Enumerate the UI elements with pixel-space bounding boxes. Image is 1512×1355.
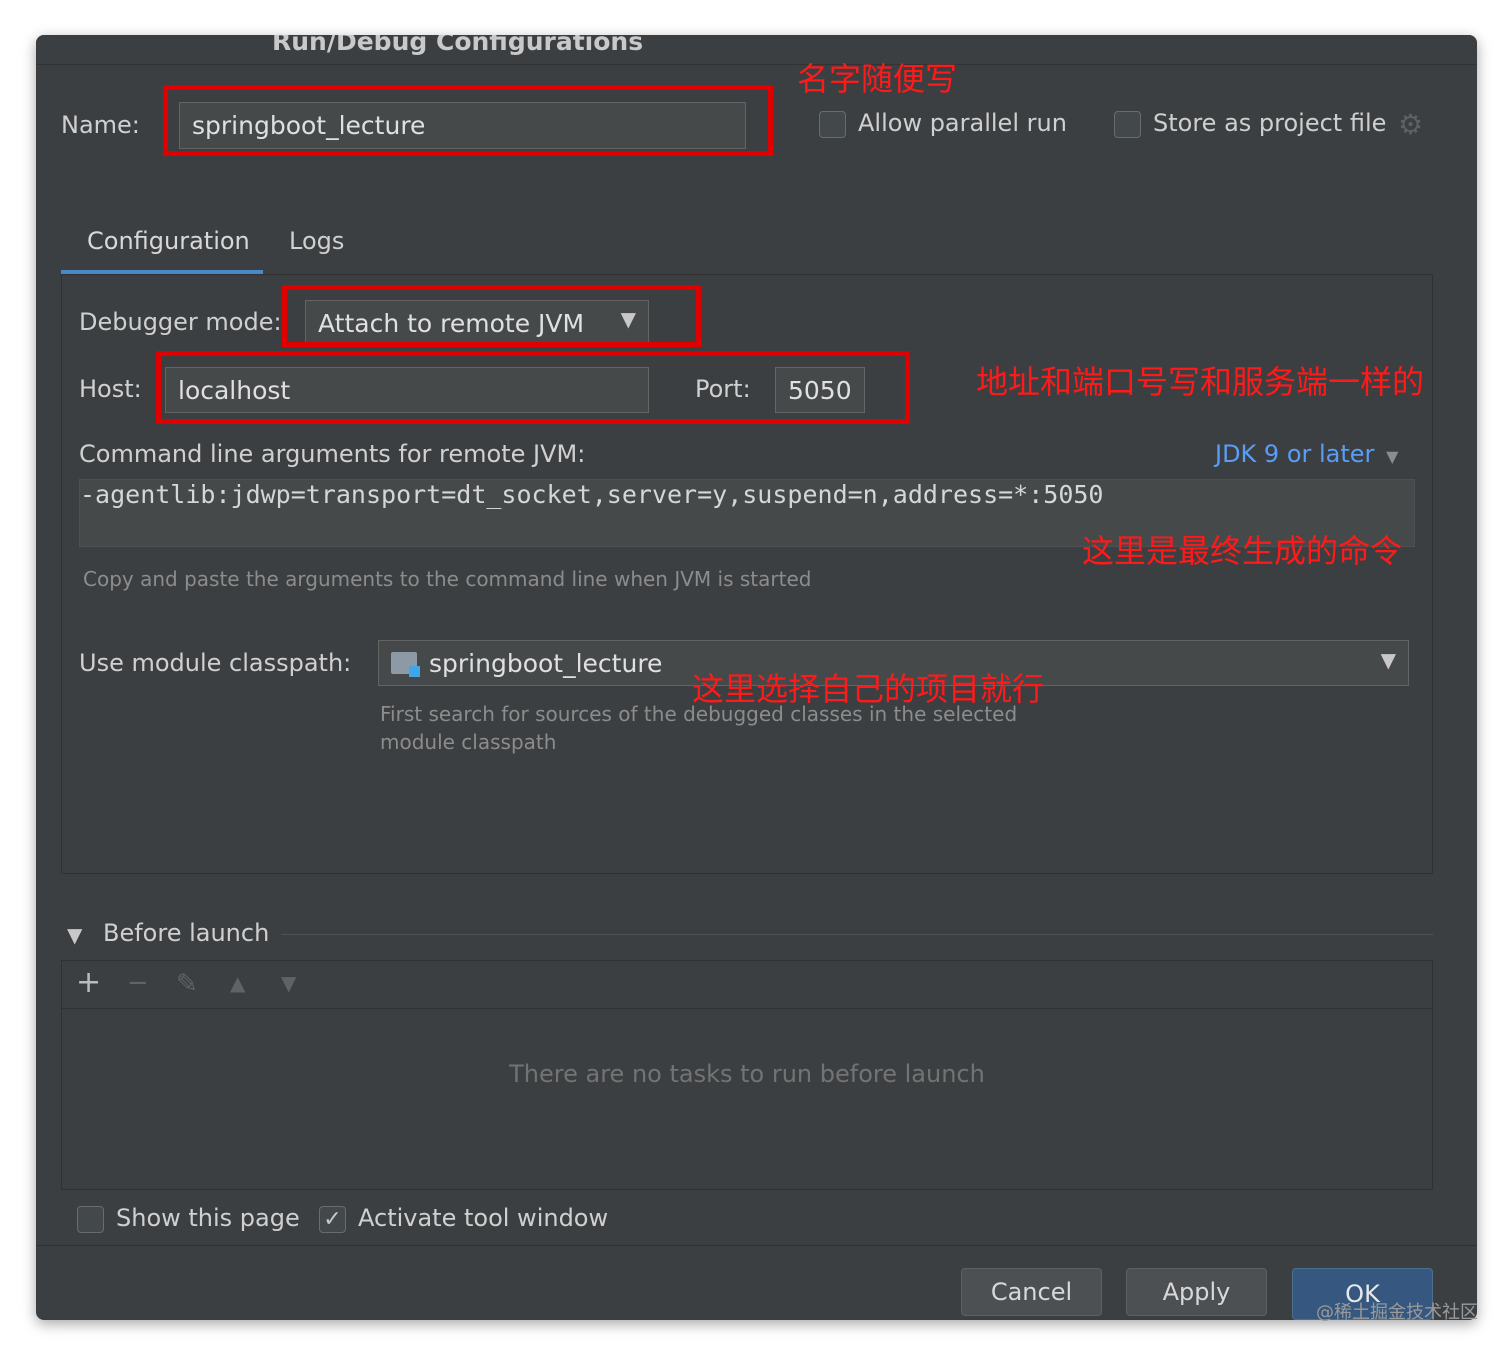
check-icon: ✓ (323, 1207, 342, 1232)
watermark: @稀土掘金技术社区 (1316, 1302, 1478, 1323)
module-hint-line2: module classpath (380, 730, 557, 754)
footer-divider (36, 1245, 1477, 1246)
host-annotation: 地址和端口号写和服务端一样的 (976, 363, 1425, 401)
module-classpath-label: Use module classpath: (79, 649, 352, 677)
cmd-annotation: 这里是最终生成的命令 (1082, 532, 1403, 570)
section-divider (281, 934, 1433, 935)
cmd-args-label: Command line arguments for remote JVM: (79, 440, 586, 468)
show-page-checkbox[interactable] (77, 1206, 104, 1233)
edit-icon[interactable]: ✎ (176, 969, 198, 999)
gear-icon[interactable]: ⚙ (1398, 111, 1426, 139)
module-classpath-value: springboot_lecture (429, 648, 663, 678)
cancel-button[interactable]: Cancel (961, 1268, 1102, 1316)
before-launch-empty-text: There are no tasks to run before launch (509, 1060, 985, 1088)
chevron-down-icon: ▼ (1380, 648, 1396, 672)
before-launch-panel: + − ✎ ▲ ▼ There are no tasks to run befo… (61, 960, 1433, 1190)
move-down-icon[interactable]: ▼ (281, 971, 296, 995)
tab-configuration[interactable]: Configuration (87, 227, 250, 255)
remove-icon[interactable]: − (127, 968, 149, 998)
before-launch-toolbar: + − ✎ ▲ ▼ (62, 961, 1432, 1009)
show-page-label: Show this page (116, 1204, 300, 1232)
dialog-title: Run/Debug Configurations (272, 35, 644, 56)
store-as-file-label: Store as project file (1153, 109, 1387, 137)
collapse-triangle-icon[interactable]: ▼ (67, 923, 82, 947)
host-port-highlight-box (156, 351, 910, 424)
title-bar: Run/Debug Configurations (36, 35, 1477, 65)
activate-tool-checkbox[interactable]: ✓ (319, 1206, 346, 1233)
debugger-mode-label: Debugger mode: (79, 308, 282, 336)
before-launch-title: Before launch (103, 919, 270, 947)
jdk-version-text: JDK 9 or later (1215, 440, 1375, 468)
jdk-version-link[interactable]: JDK 9 or later ▼ (1215, 440, 1398, 468)
allow-parallel-checkbox[interactable] (819, 111, 846, 138)
name-annotation: 名字随便写 (797, 60, 958, 98)
store-as-file-checkbox[interactable] (1114, 111, 1141, 138)
host-label: Host: (79, 375, 142, 403)
chevron-down-icon: ▼ (1386, 447, 1399, 466)
tab-logs[interactable]: Logs (289, 227, 344, 255)
debugger-mode-highlight-box (282, 285, 701, 347)
apply-button[interactable]: Apply (1126, 1268, 1267, 1316)
cmd-args-hint: Copy and paste the arguments to the comm… (83, 567, 812, 591)
name-highlight-box (163, 85, 773, 156)
add-icon[interactable]: + (76, 965, 101, 1000)
module-folder-icon (391, 652, 420, 677)
name-label: Name: (61, 111, 140, 139)
activate-tool-label: Activate tool window (358, 1204, 609, 1232)
module-annotation: 这里选择自己的项目就行 (692, 670, 1045, 708)
allow-parallel-label: Allow parallel run (858, 109, 1067, 137)
move-up-icon[interactable]: ▲ (230, 971, 245, 995)
